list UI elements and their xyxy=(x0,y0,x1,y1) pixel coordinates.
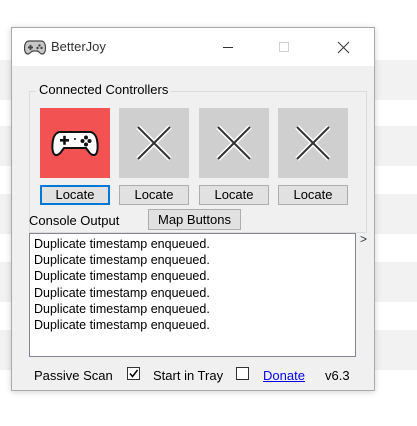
controller-slot-1[interactable] xyxy=(40,108,110,178)
minimize-icon xyxy=(223,47,233,48)
passive-scan-label: Passive Scan xyxy=(34,368,113,383)
x-icon xyxy=(295,125,331,161)
version-label: v6.3 xyxy=(325,368,350,383)
console-line: Duplicate timestamp enqueued. xyxy=(34,301,210,316)
betterjoy-window: BetterJoy Connected Controllers Locate L… xyxy=(11,27,375,391)
console-output-label: Console Output xyxy=(29,213,120,228)
start-in-tray-checkbox[interactable] xyxy=(236,367,249,380)
checkmark-icon xyxy=(129,369,139,378)
app-gamepad-icon xyxy=(24,40,46,55)
maximize-button[interactable] xyxy=(262,28,306,66)
minimize-button[interactable] xyxy=(206,28,250,66)
close-icon xyxy=(337,41,350,54)
locate-button-3[interactable]: Locate xyxy=(199,185,269,205)
controller-slot-2[interactable] xyxy=(119,108,189,178)
expand-arrow-icon[interactable]: > xyxy=(360,232,367,246)
start-in-tray-label: Start in Tray xyxy=(153,368,224,383)
gamepad-icon xyxy=(51,131,99,157)
title-bar[interactable]: BetterJoy xyxy=(12,28,374,66)
x-icon xyxy=(216,125,252,161)
controller-slot-4[interactable] xyxy=(278,108,348,178)
console-line: Duplicate timestamp enqueued. xyxy=(34,253,210,268)
maximize-icon xyxy=(279,42,289,52)
window-title: BetterJoy xyxy=(51,39,106,54)
console-line: Duplicate timestamp enqueued. xyxy=(34,318,210,333)
console-line: Duplicate timestamp enqueued. xyxy=(34,237,210,251)
controller-slot-3[interactable] xyxy=(199,108,269,178)
close-button[interactable] xyxy=(322,28,366,66)
locate-button-2[interactable]: Locate xyxy=(119,185,189,205)
console-output[interactable]: Duplicate timestamp enqueued. Duplicate … xyxy=(29,233,356,357)
console-line: Duplicate timestamp enqueued. xyxy=(34,285,210,300)
map-buttons-button[interactable]: Map Buttons xyxy=(148,209,241,230)
console-line: Duplicate timestamp enqueued. xyxy=(34,269,210,284)
locate-button-1[interactable]: Locate xyxy=(40,185,110,205)
controllers-group-label: Connected Controllers xyxy=(36,82,172,97)
x-icon xyxy=(136,125,172,161)
passive-scan-checkbox[interactable] xyxy=(127,367,140,380)
donate-link[interactable]: Donate xyxy=(263,368,305,383)
locate-button-4[interactable]: Locate xyxy=(278,185,348,205)
